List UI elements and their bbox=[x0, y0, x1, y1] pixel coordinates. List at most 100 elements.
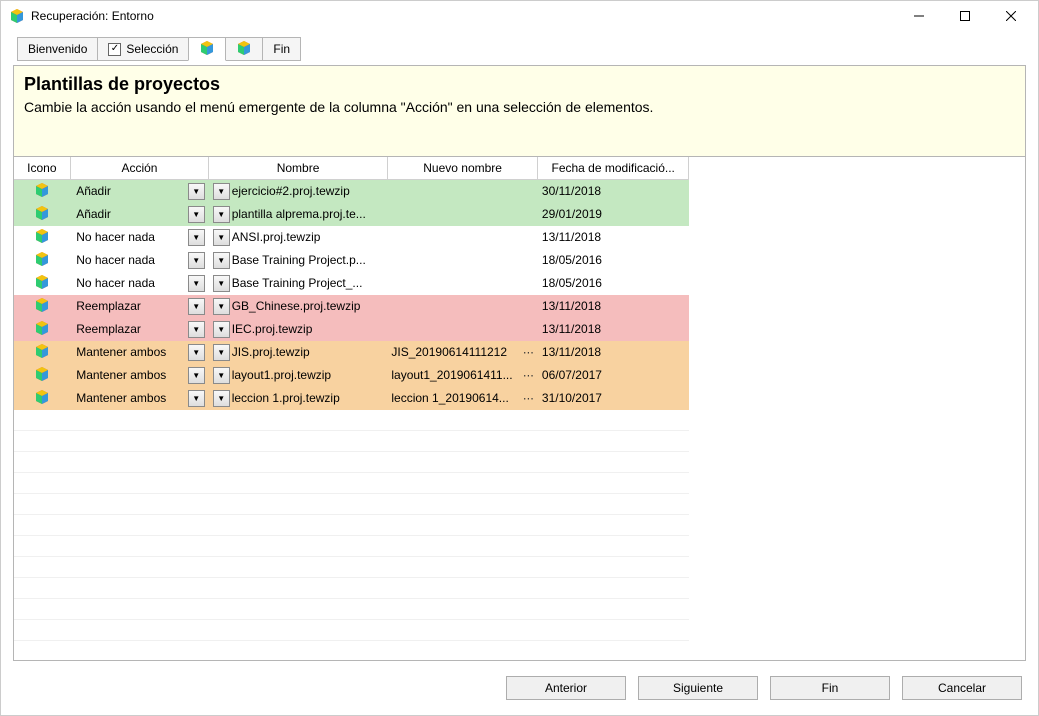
empty-row bbox=[14, 578, 689, 599]
row-newname-cell[interactable]: layout1_2019061411...⋯ bbox=[387, 364, 538, 387]
row-name-cell[interactable]: ▼Base Training Project_... bbox=[209, 272, 388, 295]
row-name-cell[interactable]: ▼Base Training Project.p... bbox=[209, 249, 388, 272]
maximize-button[interactable] bbox=[942, 1, 988, 31]
row-name-cell[interactable]: ▼JIS.proj.tewzip bbox=[209, 341, 388, 364]
action-dropdown-button[interactable]: ▼ bbox=[188, 275, 205, 292]
row-action-cell[interactable]: No hacer nada▼ bbox=[70, 226, 209, 249]
row-newname-cell[interactable] bbox=[387, 179, 538, 203]
tab-step-current[interactable] bbox=[188, 37, 226, 61]
row-action-cell[interactable]: Reemplazar▼ bbox=[70, 295, 209, 318]
action-dropdown-button[interactable]: ▼ bbox=[188, 183, 205, 200]
name-label: IEC.proj.tewzip bbox=[232, 322, 384, 336]
name-dropdown-button[interactable]: ▼ bbox=[213, 183, 230, 200]
app-icon bbox=[9, 8, 25, 24]
row-icon-cell bbox=[14, 341, 70, 364]
row-action-cell[interactable]: No hacer nada▼ bbox=[70, 249, 209, 272]
tab-selection[interactable]: ✓ Selección bbox=[97, 37, 189, 61]
row-name-cell[interactable]: ▼layout1.proj.tewzip bbox=[209, 364, 388, 387]
row-action-cell[interactable]: Añadir▼ bbox=[70, 203, 209, 226]
row-action-cell[interactable]: Mantener ambos▼ bbox=[70, 364, 209, 387]
row-icon-cell bbox=[14, 179, 70, 203]
cancel-button[interactable]: Cancelar bbox=[902, 676, 1022, 700]
row-newname-cell[interactable] bbox=[387, 226, 538, 249]
name-dropdown-button[interactable]: ▼ bbox=[213, 344, 230, 361]
tab-label: Bienvenido bbox=[28, 42, 87, 56]
row-action-cell[interactable]: Reemplazar▼ bbox=[70, 318, 209, 341]
name-dropdown-button[interactable]: ▼ bbox=[213, 229, 230, 246]
tab-welcome[interactable]: Bienvenido bbox=[17, 37, 98, 61]
action-dropdown-button[interactable]: ▼ bbox=[188, 344, 205, 361]
empty-row bbox=[14, 431, 689, 452]
action-dropdown-button[interactable]: ▼ bbox=[188, 390, 205, 407]
action-dropdown-button[interactable]: ▼ bbox=[188, 252, 205, 269]
column-header-icon[interactable]: Icono bbox=[14, 157, 70, 179]
action-dropdown-button[interactable]: ▼ bbox=[188, 298, 205, 315]
row-action-cell[interactable]: Mantener ambos▼ bbox=[70, 387, 209, 410]
table-row[interactable]: No hacer nada▼▼Base Training Project_...… bbox=[14, 272, 689, 295]
tab-end[interactable]: Fin bbox=[262, 37, 301, 61]
row-name-cell[interactable]: ▼ejercicio#2.proj.tewzip bbox=[209, 179, 388, 203]
row-name-cell[interactable]: ▼ANSI.proj.tewzip bbox=[209, 226, 388, 249]
name-dropdown-button[interactable]: ▼ bbox=[213, 252, 230, 269]
column-header-name[interactable]: Nombre bbox=[209, 157, 388, 179]
previous-button[interactable]: Anterior bbox=[506, 676, 626, 700]
minimize-button[interactable] bbox=[896, 1, 942, 31]
table-row[interactable]: Mantener ambos▼▼layout1.proj.tewziplayou… bbox=[14, 364, 689, 387]
table-row[interactable]: Mantener ambos▼▼JIS.proj.tewzipJIS_20190… bbox=[14, 341, 689, 364]
column-header-date[interactable]: Fecha de modificació... bbox=[538, 157, 689, 179]
row-name-cell[interactable]: ▼GB_Chinese.proj.tewzip bbox=[209, 295, 388, 318]
name-dropdown-button[interactable]: ▼ bbox=[213, 390, 230, 407]
cube-icon bbox=[34, 366, 50, 382]
close-button[interactable] bbox=[988, 1, 1034, 31]
table-row[interactable]: Mantener ambos▼▼leccion 1.proj.tewziplec… bbox=[14, 387, 689, 410]
row-date-cell: 13/11/2018 bbox=[538, 295, 689, 318]
empty-row bbox=[14, 410, 689, 431]
row-newname-cell[interactable] bbox=[387, 272, 538, 295]
row-action-cell[interactable]: No hacer nada▼ bbox=[70, 272, 209, 295]
action-dropdown-button[interactable]: ▼ bbox=[188, 367, 205, 384]
name-dropdown-button[interactable]: ▼ bbox=[213, 298, 230, 315]
row-icon-cell bbox=[14, 295, 70, 318]
name-dropdown-button[interactable]: ▼ bbox=[213, 321, 230, 338]
row-name-cell[interactable]: ▼leccion 1.proj.tewzip bbox=[209, 387, 388, 410]
table-row[interactable]: Reemplazar▼▼GB_Chinese.proj.tewzip 13/11/… bbox=[14, 295, 689, 318]
row-newname-cell[interactable]: JIS_20190614111212⋯ bbox=[387, 341, 538, 364]
tab-label: Selección bbox=[126, 42, 178, 56]
row-action-cell[interactable]: Añadir▼ bbox=[70, 179, 209, 203]
cube-icon bbox=[34, 320, 50, 336]
row-name-cell[interactable]: ▼plantilla alprema.proj.te... bbox=[209, 203, 388, 226]
row-action-cell[interactable]: Mantener ambos▼ bbox=[70, 341, 209, 364]
row-newname-cell[interactable] bbox=[387, 203, 538, 226]
name-dropdown-button[interactable]: ▼ bbox=[213, 275, 230, 292]
action-dropdown-button[interactable]: ▼ bbox=[188, 206, 205, 223]
row-newname-cell[interactable] bbox=[387, 295, 538, 318]
ellipsis-button[interactable]: ⋯ bbox=[523, 346, 534, 359]
table-row[interactable]: No hacer nada▼▼Base Training Project.p..… bbox=[14, 249, 689, 272]
row-name-cell[interactable]: ▼IEC.proj.tewzip bbox=[209, 318, 388, 341]
cube-icon bbox=[34, 274, 50, 290]
tab-step-next[interactable] bbox=[225, 37, 263, 61]
dialog-footer: Anterior Siguiente Fin Cancelar bbox=[1, 671, 1038, 715]
table-row[interactable]: Añadir▼▼plantilla alprema.proj.te...29/0… bbox=[14, 203, 689, 226]
table-row[interactable]: Reemplazar▼▼IEC.proj.tewzip13/11/2018 bbox=[14, 318, 689, 341]
row-newname-cell[interactable] bbox=[387, 318, 538, 341]
name-label: JIS.proj.tewzip bbox=[232, 345, 384, 359]
next-button[interactable]: Siguiente bbox=[638, 676, 758, 700]
row-newname-cell[interactable] bbox=[387, 249, 538, 272]
table-row[interactable]: No hacer nada▼▼ANSI.proj.tewzip13/11/201… bbox=[14, 226, 689, 249]
table-row[interactable]: Añadir▼▼ejercicio#2.proj.tewzip30/11/201… bbox=[14, 179, 689, 203]
action-label: Añadir bbox=[74, 207, 186, 221]
action-dropdown-button[interactable]: ▼ bbox=[188, 229, 205, 246]
action-label: No hacer nada bbox=[74, 276, 186, 290]
ellipsis-button[interactable]: ⋯ bbox=[523, 392, 534, 405]
column-header-action[interactable]: Acción bbox=[70, 157, 209, 179]
action-dropdown-button[interactable]: ▼ bbox=[188, 321, 205, 338]
finish-button[interactable]: Fin bbox=[770, 676, 890, 700]
name-dropdown-button[interactable]: ▼ bbox=[213, 367, 230, 384]
newname-label: layout1_2019061411... bbox=[391, 368, 523, 382]
name-dropdown-button[interactable]: ▼ bbox=[213, 206, 230, 223]
ellipsis-button[interactable]: ⋯ bbox=[523, 369, 534, 382]
row-newname-cell[interactable]: leccion 1_20190614...⋯ bbox=[387, 387, 538, 410]
empty-row bbox=[14, 452, 689, 473]
column-header-newname[interactable]: Nuevo nombre bbox=[387, 157, 538, 179]
